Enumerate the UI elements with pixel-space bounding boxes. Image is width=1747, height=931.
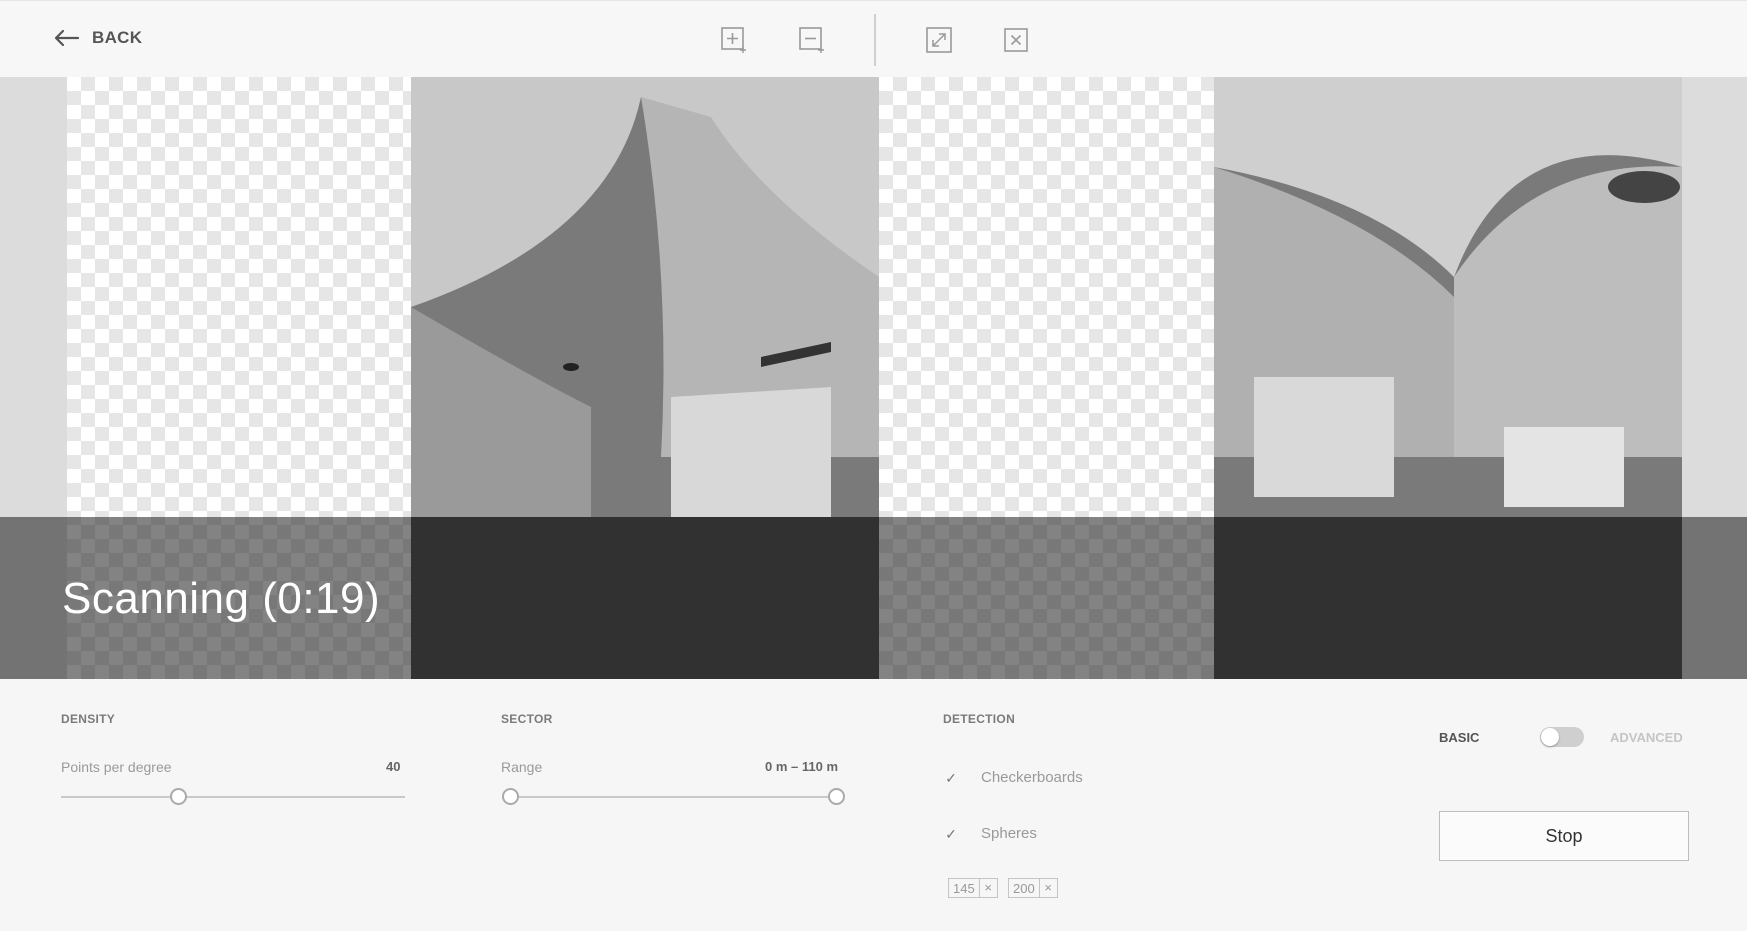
density-field-label: Points per degree bbox=[61, 759, 172, 775]
range-slider-end-handle[interactable] bbox=[828, 788, 845, 805]
arrow-left-icon bbox=[54, 29, 80, 47]
sphere-size-tag: 200 × bbox=[1008, 878, 1058, 898]
sphere-size-value: 145 bbox=[953, 880, 975, 896]
spheres-checkbox[interactable]: ✓ Spheres bbox=[943, 825, 1037, 842]
advanced-mode-label: ADVANCED bbox=[1610, 730, 1683, 745]
checkmark-icon: ✓ bbox=[945, 825, 957, 842]
checkerboards-checkbox[interactable]: ✓ Checkerboards bbox=[943, 769, 1083, 786]
zoom-out-icon bbox=[799, 27, 824, 53]
zoom-in-icon bbox=[721, 27, 746, 53]
fullscreen-button[interactable] bbox=[924, 25, 954, 55]
sphere-size-tag: 145 × bbox=[948, 878, 998, 898]
fullscreen-icon bbox=[926, 27, 952, 53]
scanning-status: Scanning (0:19) bbox=[62, 574, 381, 623]
close-view-button[interactable] bbox=[1001, 25, 1031, 55]
detection-title: DETECTION bbox=[943, 712, 1016, 726]
density-value: 40 bbox=[386, 759, 401, 774]
stop-button[interactable]: Stop bbox=[1439, 811, 1689, 861]
density-slider-handle[interactable] bbox=[169, 788, 187, 805]
mode-toggle[interactable] bbox=[1540, 727, 1584, 747]
toolbar-divider bbox=[874, 14, 876, 66]
checkerboards-label: Checkerboards bbox=[981, 769, 1083, 786]
remove-tag-icon[interactable]: × bbox=[978, 879, 997, 897]
close-box-icon bbox=[1004, 28, 1028, 52]
density-title: DENSITY bbox=[61, 712, 116, 726]
back-button[interactable]: BACK bbox=[52, 23, 142, 53]
remove-tag-icon[interactable]: × bbox=[1038, 879, 1057, 897]
sector-title: SECTOR bbox=[501, 712, 553, 726]
range-slider-track[interactable] bbox=[510, 796, 836, 798]
sphere-size-value: 200 bbox=[1013, 880, 1035, 896]
spheres-label: Spheres bbox=[981, 825, 1037, 842]
range-field-label: Range bbox=[501, 759, 543, 775]
basic-mode-label: BASIC bbox=[1439, 730, 1480, 745]
density-slider-track[interactable] bbox=[61, 796, 405, 798]
range-slider-start-handle[interactable] bbox=[502, 788, 519, 805]
back-label: BACK bbox=[92, 28, 143, 47]
zoom-out-button[interactable] bbox=[797, 25, 827, 55]
toggle-knob bbox=[1541, 728, 1559, 746]
top-toolbar: BACK bbox=[0, 0, 1747, 77]
checkmark-icon: ✓ bbox=[945, 769, 957, 786]
zoom-in-button[interactable] bbox=[719, 25, 749, 55]
scan-viewer[interactable]: Scanning (0:19) bbox=[0, 77, 1747, 679]
scan-settings-panel: DENSITY Points per degree 40 SECTOR Rang… bbox=[0, 679, 1747, 931]
range-value: 0 m – 110 m bbox=[765, 759, 838, 774]
